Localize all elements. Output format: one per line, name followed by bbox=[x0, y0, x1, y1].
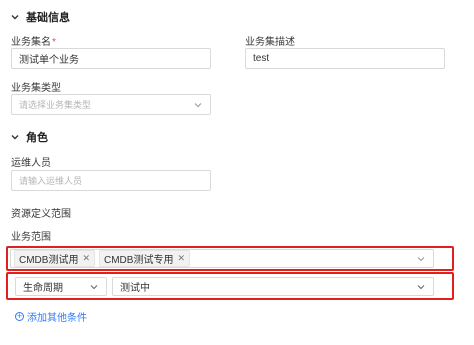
set-type-select[interactable]: 请选择业务集类型 bbox=[11, 94, 211, 115]
condition-value-text: 测试中 bbox=[120, 283, 150, 294]
ops-input[interactable]: 请输入运维人员 bbox=[11, 170, 211, 191]
scope-tag: CMDB测试专用 ✕ bbox=[99, 250, 190, 267]
required-mark: * bbox=[52, 37, 56, 48]
basic-info-header[interactable]: 基础信息 bbox=[10, 9, 70, 25]
business-scope-label: 业务范围 bbox=[11, 232, 51, 243]
chevron-down-icon bbox=[11, 15, 19, 20]
set-type-label: 业务集类型 bbox=[11, 83, 61, 94]
condition-field-select[interactable]: 生命周期 bbox=[15, 277, 107, 296]
section-title-role: 角色 bbox=[26, 132, 48, 144]
remove-tag-icon[interactable]: ✕ bbox=[177, 253, 185, 264]
business-scope-select[interactable]: CMDB测试用 ✕ CMDB测试专用 ✕ bbox=[10, 249, 434, 268]
condition-field-value: 生命周期 bbox=[23, 283, 63, 294]
plus-circle-icon: + bbox=[15, 311, 24, 321]
set-desc-input[interactable]: test bbox=[245, 48, 445, 69]
condition-value-select[interactable]: 测试中 bbox=[112, 277, 434, 296]
role-header[interactable]: 角色 bbox=[10, 129, 48, 145]
set-desc-label: 业务集描述 bbox=[245, 37, 295, 48]
set-desc-value: test bbox=[253, 53, 270, 64]
chevron-down-icon bbox=[194, 102, 202, 107]
set-name-label: 业务集名* bbox=[11, 33, 56, 48]
set-name-value: 测试单个业务 bbox=[19, 55, 79, 66]
scope-tag-label: CMDB测试专用 bbox=[104, 255, 174, 266]
add-condition-link[interactable]: + 添加其他条件 bbox=[15, 309, 87, 324]
set-name-label-text: 业务集名 bbox=[11, 37, 51, 48]
scope-tag: CMDB测试用 ✕ bbox=[14, 250, 95, 267]
resource-scope-title: 资源定义范围 bbox=[11, 209, 71, 220]
scope-tag-label: CMDB测试用 bbox=[19, 255, 79, 266]
add-condition-label: 添加其他条件 bbox=[27, 313, 87, 324]
set-name-input[interactable]: 测试单个业务 bbox=[11, 48, 211, 69]
section-title-basic-info: 基础信息 bbox=[26, 12, 70, 24]
chevron-down-icon bbox=[417, 284, 425, 289]
remove-tag-icon[interactable]: ✕ bbox=[82, 253, 90, 264]
chevron-down-icon bbox=[90, 284, 98, 289]
ops-label: 运维人员 bbox=[11, 158, 51, 169]
chevron-down-icon bbox=[417, 256, 425, 261]
ops-placeholder: 请输入运维人员 bbox=[19, 176, 83, 186]
chevron-down-icon bbox=[11, 135, 19, 140]
set-type-placeholder: 请选择业务集类型 bbox=[19, 100, 92, 110]
